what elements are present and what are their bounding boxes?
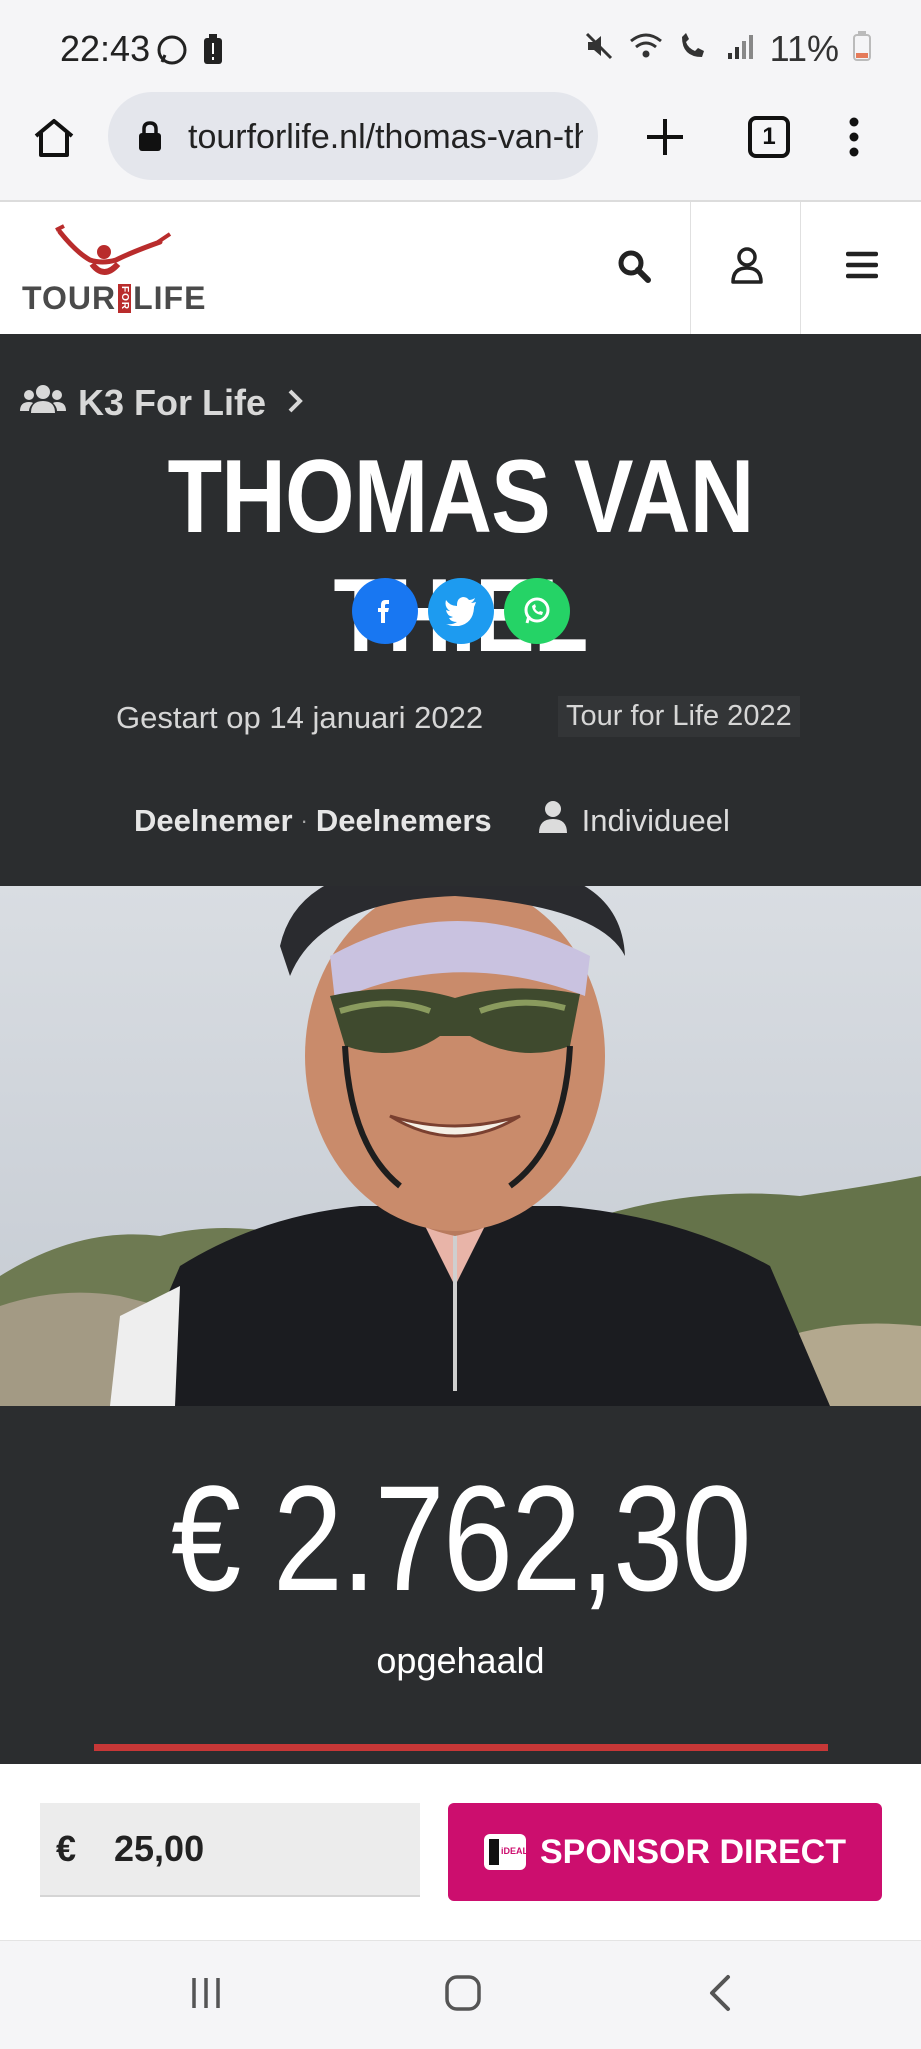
header-divider — [800, 202, 801, 334]
battery-percent: 11% — [769, 28, 839, 69]
hamburger-menu-icon[interactable] — [845, 250, 879, 285]
role-label[interactable]: Deelnemer — [134, 803, 293, 839]
browser-menu-icon[interactable] — [846, 116, 862, 163]
person-icon — [538, 800, 568, 842]
whatsapp-notification-icon — [156, 34, 188, 71]
whatsapp-icon — [524, 597, 550, 624]
team-users-icon — [20, 382, 66, 424]
status-time: 22:43 — [60, 28, 151, 69]
cyclist-logo-icon — [55, 224, 172, 275]
lock-icon — [136, 120, 164, 157]
logo-text-for: FOR — [118, 284, 132, 313]
participation-type: Individueel — [581, 803, 730, 838]
sponsor-amount-value[interactable]: 25,00 — [114, 1828, 204, 1870]
team-name[interactable]: K3 For Life — [78, 382, 266, 424]
twitter-share-button[interactable] — [428, 578, 494, 644]
sponsor-direct-label: SPONSOR DIRECT — [539, 1832, 847, 1871]
amount-raised: € 2.762,30 — [171, 1454, 751, 1622]
wifi-icon — [628, 28, 664, 70]
role-separator: · — [300, 808, 308, 833]
tour-for-life-logo[interactable]: TOUR FOR LIFE — [20, 222, 205, 318]
donation-progress-bar — [94, 1744, 828, 1751]
url-text[interactable]: tourforlife.nl/thomas-van-thiel — [188, 118, 583, 157]
facebook-share-button[interactable] — [352, 578, 418, 644]
tab-switcher-button[interactable]: 1 — [748, 116, 790, 158]
search-icon[interactable] — [616, 248, 652, 289]
role-group-label[interactable]: Deelnemers — [316, 803, 492, 839]
mute-icon — [584, 28, 614, 70]
logo-text-tour: TOUR — [22, 280, 117, 316]
signal-icon — [726, 28, 756, 70]
participant-role-row: Deelnemer · Deelnemers Individueel — [134, 800, 730, 842]
sponsor-amount-input[interactable] — [40, 1803, 420, 1897]
tab-count: 1 — [762, 123, 776, 150]
chevron-right-icon — [286, 382, 304, 424]
start-date: Gestart op 14 januari 2022 — [116, 700, 484, 735]
amount-raised-label: opgehaald — [376, 1640, 545, 1681]
event-tag[interactable]: Tour for Life 2022 — [558, 696, 800, 737]
participant-photo — [0, 886, 921, 1406]
header-divider — [690, 202, 691, 334]
facebook-icon — [378, 600, 389, 623]
account-icon[interactable] — [730, 246, 764, 289]
new-tab-icon[interactable] — [644, 116, 686, 163]
battery-icon — [853, 28, 871, 70]
currency-symbol: € — [56, 1828, 77, 1869]
wifi-call-icon — [678, 28, 712, 70]
recent-apps-icon[interactable] — [188, 1975, 224, 2016]
home-nav-icon[interactable] — [444, 1974, 482, 2017]
battery-alert-icon — [202, 34, 224, 71]
sponsor-direct-button[interactable]: iDEAL SPONSOR DIRECT — [448, 1803, 882, 1901]
twitter-icon — [445, 597, 476, 626]
team-breadcrumb[interactable]: K3 For Life — [20, 382, 304, 424]
back-icon[interactable] — [706, 1974, 734, 2017]
whatsapp-share-button[interactable] — [504, 578, 570, 644]
logo-text-life: LIFE — [133, 280, 207, 316]
ideal-icon: iDEAL — [483, 1834, 528, 1870]
home-icon[interactable] — [32, 116, 76, 165]
